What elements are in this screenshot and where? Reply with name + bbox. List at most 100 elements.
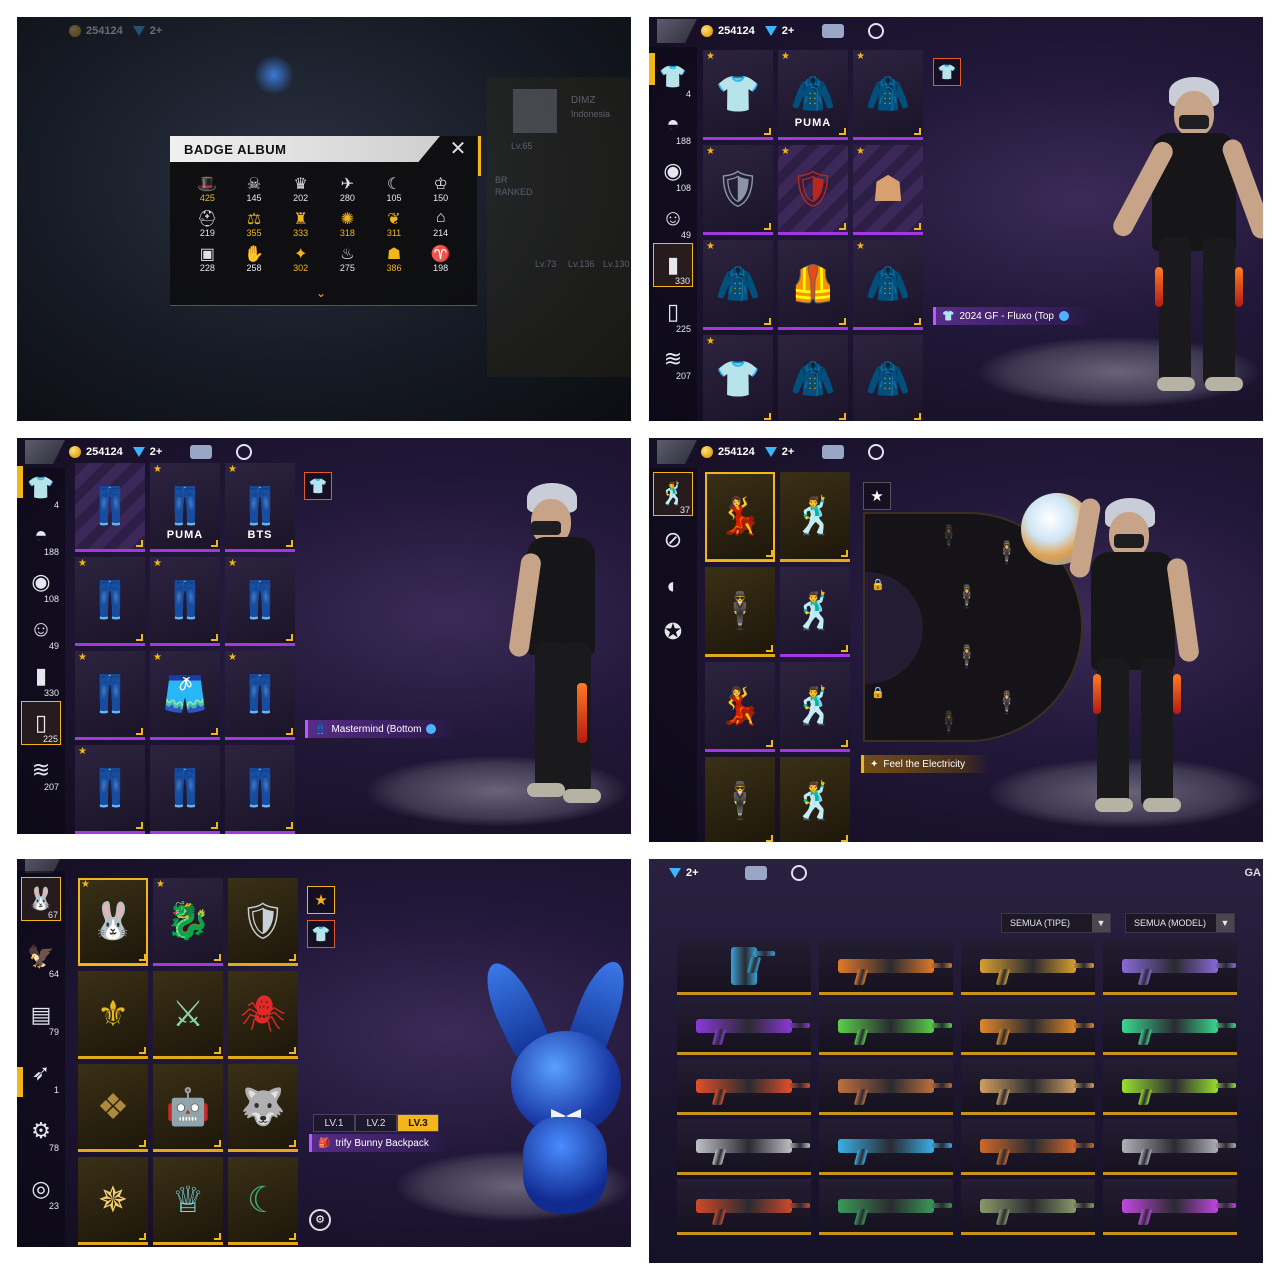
badge-item[interactable]: ✺ 318 xyxy=(324,209,371,238)
weapon-item[interactable] xyxy=(1103,1179,1237,1235)
badge-item[interactable]: ✈ 280 xyxy=(324,174,371,203)
filter-type-dropdown[interactable]: SEMUA (TIPE) ▼ xyxy=(1001,913,1111,933)
weapon-item[interactable] xyxy=(819,939,953,995)
category-face[interactable]: ☺ 49 xyxy=(653,196,693,240)
item-bottom[interactable]: 👖 xyxy=(225,745,295,834)
level-tab[interactable]: LV.1 xyxy=(313,1114,355,1132)
category-top[interactable]: ▮ 330 xyxy=(21,654,61,698)
emote-item[interactable]: 💃 xyxy=(705,472,775,562)
backpack-item[interactable]: 🛡 xyxy=(228,878,298,966)
weapon-item[interactable] xyxy=(677,1119,811,1175)
item-bottom[interactable]: 👖 xyxy=(150,745,220,834)
item-bottom[interactable]: ★ 👖 xyxy=(75,651,145,740)
item-top[interactable]: 🧥 xyxy=(853,335,923,421)
badge-item[interactable]: ♔ 150 xyxy=(417,174,464,203)
category-shoes[interactable]: ≋ 207 xyxy=(21,748,61,792)
vault-icon[interactable] xyxy=(744,866,767,880)
level-tab[interactable]: LV.2 xyxy=(355,1114,397,1132)
weapon-item[interactable] xyxy=(961,1119,1095,1175)
item-bottom[interactable]: ★ 👖 xyxy=(150,557,220,646)
item-bottom[interactable]: 👖 xyxy=(75,463,145,552)
badge-item[interactable]: ✦ 302 xyxy=(277,244,324,273)
item-bottom[interactable]: ★ 👖 xyxy=(75,745,145,834)
item-bottom[interactable]: ★ 👖 BTS xyxy=(225,463,295,552)
badge-item[interactable]: ♜ 333 xyxy=(277,209,324,238)
category-outfit[interactable]: 👕 4 xyxy=(653,55,693,99)
category-shoes[interactable]: ≋ 207 xyxy=(653,337,693,381)
weapon-item[interactable] xyxy=(677,939,811,995)
settings-icon[interactable] xyxy=(790,865,807,881)
backpack-item[interactable]: 🐺 xyxy=(228,1064,298,1152)
item-bottom[interactable]: ★ 👖 xyxy=(75,557,145,646)
emote-category-pose[interactable]: ◐ xyxy=(653,564,693,608)
favorite-star-button[interactable]: ★ xyxy=(307,886,335,914)
emote-item[interactable]: 🕴 xyxy=(705,567,775,657)
weapon-item[interactable] xyxy=(1103,1059,1237,1115)
item-bottom[interactable]: ★ 🩳 xyxy=(150,651,220,740)
item-top[interactable]: ★ 👕 xyxy=(703,335,773,421)
item-top[interactable]: ★ 🛡 xyxy=(778,145,848,235)
category-box[interactable]: ▤ 79 xyxy=(21,993,61,1037)
weapon-item[interactable] xyxy=(677,1059,811,1115)
wheel-slot[interactable]: 🕴 xyxy=(953,644,980,670)
item-bottom[interactable]: ★ 👖 xyxy=(225,651,295,740)
weapon-item[interactable] xyxy=(819,1179,953,1235)
badge-item[interactable]: ☾ 105 xyxy=(371,174,418,203)
emote-item[interactable]: 🕺 xyxy=(780,472,850,562)
vault-icon[interactable] xyxy=(822,445,845,459)
weapon-item[interactable] xyxy=(961,939,1095,995)
wheel-slot-locked[interactable]: 🕴 xyxy=(935,710,962,736)
badge-item[interactable]: ⛑ 219 xyxy=(184,209,231,238)
badge-item[interactable]: ☗ 386 xyxy=(371,244,418,273)
weapon-item[interactable] xyxy=(819,1119,953,1175)
backpack-item[interactable]: ✵ xyxy=(78,1157,148,1245)
backpack-item[interactable]: ♕ xyxy=(153,1157,223,1245)
level-tab[interactable]: LV.3 xyxy=(397,1114,439,1132)
category-wing[interactable]: ➶ 1 xyxy=(21,1051,61,1095)
weapon-item[interactable] xyxy=(819,1059,953,1115)
category-gear[interactable]: ⚙ 78 xyxy=(21,1109,61,1153)
badge-item[interactable]: ♛ 202 xyxy=(277,174,324,203)
badge-item[interactable]: ⌂ 214 xyxy=(417,209,464,238)
wheel-slot[interactable]: 🕴 xyxy=(993,540,1020,566)
category-outfit[interactable]: 👕 4 xyxy=(21,466,61,510)
category-bird[interactable]: 🦅 64 xyxy=(21,935,61,979)
badge-item[interactable]: ♨ 275 xyxy=(324,244,371,273)
item-top[interactable]: ★ ☗ xyxy=(853,145,923,235)
item-top[interactable]: ★ 🧥 xyxy=(703,240,773,330)
category-top[interactable]: ▮ 330 xyxy=(653,243,693,287)
weapon-item[interactable] xyxy=(677,1179,811,1235)
weapon-item[interactable] xyxy=(819,999,953,1055)
settings-icon[interactable] xyxy=(868,444,885,460)
settings-icon[interactable] xyxy=(236,444,253,460)
wheel-slot-locked[interactable]: 🕴 xyxy=(935,524,962,550)
item-top[interactable]: 🧥 xyxy=(778,335,848,421)
emote-item[interactable]: 🕺 xyxy=(780,662,850,752)
filter-model-dropdown[interactable]: SEMUA (MODEL) ▼ xyxy=(1125,913,1235,933)
backpack-item[interactable]: ★ 🐉 xyxy=(153,878,223,966)
weapon-item[interactable] xyxy=(1103,1119,1237,1175)
badge-item[interactable]: ♈ 198 xyxy=(417,244,464,273)
emote-category-dance[interactable]: 🕺 37 xyxy=(653,472,693,516)
category-disc[interactable]: ◎ 23 xyxy=(21,1167,61,1211)
badge-item[interactable]: ▣ 228 xyxy=(184,244,231,273)
badge-item[interactable]: 🎩 425 xyxy=(184,174,231,203)
backpack-item[interactable]: ★ 🐰 xyxy=(78,878,148,966)
category-mask[interactable]: ◉ 108 xyxy=(21,560,61,604)
emote-category-cancel[interactable]: ⊘ xyxy=(653,518,693,562)
backpack-item[interactable]: ☾ xyxy=(228,1157,298,1245)
category-face[interactable]: ☺ 49 xyxy=(21,607,61,651)
weapon-item[interactable] xyxy=(1103,939,1237,995)
favorite-star-button[interactable]: ★ xyxy=(863,482,891,510)
wheel-slot[interactable]: 🕴 xyxy=(993,690,1020,716)
preview-outfit-button[interactable]: 👕 xyxy=(307,920,335,948)
weapon-item[interactable] xyxy=(1103,999,1237,1055)
backpack-item[interactable]: ⚜ xyxy=(78,971,148,1059)
emote-item[interactable]: 🕴 xyxy=(705,757,775,842)
item-top[interactable]: 🦺 xyxy=(778,240,848,330)
category-bottom[interactable]: ▯ 225 xyxy=(653,290,693,334)
badge-item[interactable]: ☠ 145 xyxy=(231,174,278,203)
category-bunny[interactable]: 🐰 67 xyxy=(21,877,61,921)
emote-category-action[interactable]: ✪ xyxy=(653,610,693,654)
vault-icon[interactable] xyxy=(190,445,213,459)
